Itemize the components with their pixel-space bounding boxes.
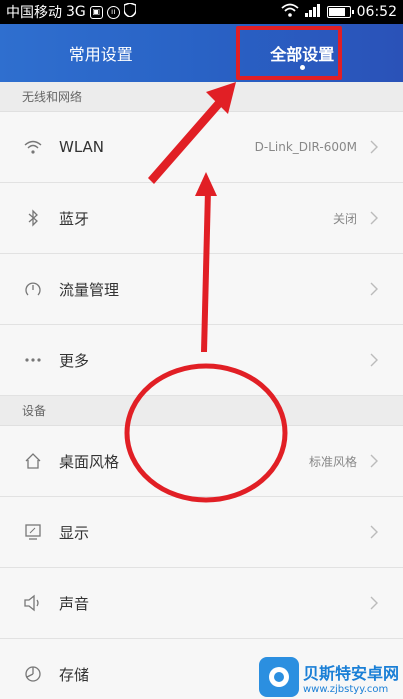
settings-item-value: D-Link_DIR-600M	[254, 140, 357, 154]
home-icon	[22, 450, 44, 472]
wifi-status-icon	[281, 3, 299, 21]
image-notification-icon: ▣	[89, 5, 103, 19]
section-title: 设备	[22, 404, 47, 418]
shield-icon	[123, 2, 137, 21]
settings-item-label: 流量管理	[59, 280, 120, 299]
settings-tab-bar: 常用设置 全部设置	[0, 24, 403, 82]
settings-item-display[interactable]: 显示	[0, 497, 403, 568]
settings-item-label: 存储	[59, 665, 90, 684]
settings-item-bluetooth[interactable]: 蓝牙 关闭	[0, 183, 403, 254]
data-usage-icon	[22, 278, 44, 300]
section-title: 无线和网络	[22, 90, 83, 104]
chevron-right-icon	[367, 211, 381, 225]
section-header-wireless: 无线和网络	[0, 82, 403, 112]
settings-item-data-usage[interactable]: 流量管理	[0, 254, 403, 325]
notification-icon: ıı	[106, 5, 120, 19]
storage-icon	[22, 663, 44, 685]
settings-item-label: WLAN	[59, 138, 105, 156]
clock: 06:52	[356, 4, 397, 20]
chevron-right-icon	[367, 353, 381, 367]
more-icon	[22, 349, 44, 371]
settings-item-label: 显示	[59, 523, 90, 542]
wifi-icon	[22, 136, 44, 158]
settings-item-wlan[interactable]: WLAN D-Link_DIR-600M	[0, 112, 403, 183]
settings-item-sound[interactable]: 声音	[0, 568, 403, 639]
watermark-logo-icon	[258, 657, 299, 697]
watermark-url: www.zjbstyy.com	[302, 683, 389, 695]
tab-label: 常用设置	[68, 45, 133, 64]
chevron-right-icon	[367, 140, 381, 154]
settings-item-value: 关闭	[332, 211, 357, 226]
tab-common-settings[interactable]: 常用设置	[0, 24, 202, 82]
bluetooth-icon	[22, 207, 44, 229]
chevron-right-icon	[367, 454, 381, 468]
settings-item-label: 声音	[59, 594, 90, 613]
carrier-name: 中国移动	[6, 5, 62, 21]
battery-level	[328, 8, 345, 16]
battery-icon	[326, 6, 354, 18]
settings-item-home-style[interactable]: 桌面风格 标准风格	[0, 426, 403, 497]
status-bar: 中国移动 3G ▣ ıı 06:52	[0, 0, 403, 24]
settings-item-label: 桌面风格	[59, 452, 120, 471]
network-type: 3G	[66, 4, 86, 20]
settings-item-value: 标准风格	[308, 454, 357, 469]
display-icon	[22, 521, 44, 543]
settings-item-label: 更多	[59, 351, 90, 370]
section-header-device: 设备	[0, 396, 403, 426]
watermark-title: 贝斯特安卓网	[302, 663, 399, 683]
annotation-highlight-box	[236, 26, 342, 80]
settings-item-label: 蓝牙	[59, 209, 90, 228]
chevron-right-icon	[367, 525, 381, 539]
settings-item-more[interactable]: 更多	[0, 325, 403, 396]
watermark: 贝斯特安卓网 www.zjbstyy.com	[258, 657, 399, 697]
chevron-right-icon	[367, 596, 381, 610]
signal-icon	[304, 3, 321, 21]
chevron-right-icon	[367, 282, 381, 296]
speaker-icon	[22, 592, 44, 614]
